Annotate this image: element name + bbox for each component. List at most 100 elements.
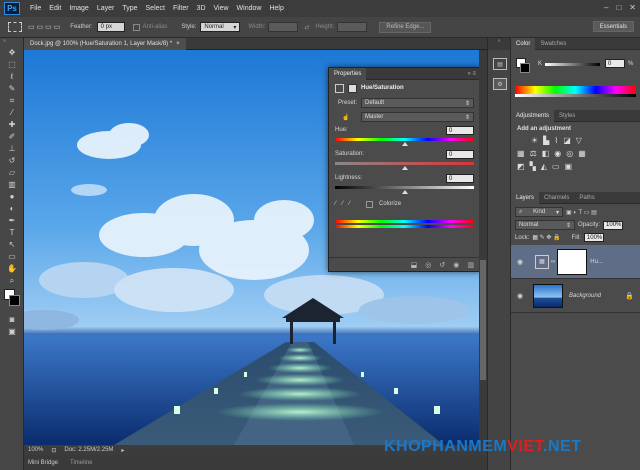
style-select[interactable]: Normal ▾ <box>200 22 241 32</box>
hue-saturation-icon[interactable]: ▦ <box>517 149 525 158</box>
hue-slider-track[interactable] <box>335 138 474 141</box>
saturation-slider-track[interactable] <box>335 162 474 165</box>
chain-icon[interactable]: ∞ <box>551 259 555 265</box>
panel-background-color[interactable] <box>520 63 530 73</box>
height-input[interactable] <box>337 22 368 32</box>
clip-to-layer-icon[interactable]: ⬓ <box>411 261 418 269</box>
quick-mask-icon[interactable]: ◙ <box>4 314 20 325</box>
color-swatches[interactable] <box>0 289 23 311</box>
marquee-tool-icon[interactable]: ⬚ <box>4 59 20 70</box>
eyedropper-plus-icon[interactable]: ⁄ <box>342 201 343 207</box>
close-button[interactable]: ✕ <box>629 3 636 12</box>
hand-tool-icon[interactable]: ✋ <box>4 263 20 274</box>
expand-icon[interactable]: « <box>488 38 510 50</box>
channel-mixer-icon[interactable]: ◎ <box>566 149 573 158</box>
menu-file[interactable]: File <box>30 5 41 12</box>
feather-input[interactable]: 0 px <box>96 22 125 32</box>
background-color[interactable] <box>9 295 20 306</box>
curves-icon[interactable]: ⌇ <box>554 136 558 145</box>
path-selection-tool-icon[interactable]: ↖ <box>4 239 20 250</box>
workspace-select[interactable]: Essentials <box>592 21 634 32</box>
menu-view[interactable]: View <box>214 5 229 12</box>
menu-type[interactable]: Type <box>122 5 137 12</box>
width-input[interactable] <box>268 22 299 32</box>
shape-tool-icon[interactable]: ▭ <box>4 251 20 262</box>
gradient-map-icon[interactable]: ▭ <box>552 162 560 171</box>
adjustment-icon[interactable] <box>335 83 344 93</box>
antialias-checkbox[interactable] <box>132 23 140 31</box>
tab-timeline[interactable]: Timeline <box>70 460 92 466</box>
lightness-slider-thumb[interactable] <box>402 190 408 194</box>
black-white-icon[interactable]: ◧ <box>542 149 550 158</box>
lock-icons[interactable]: ▦ ✎ ✥ 🔒 <box>532 234 560 241</box>
tab-styles[interactable]: Styles <box>554 110 580 122</box>
visibility-icon[interactable]: ◉ <box>453 261 459 269</box>
fill-input[interactable]: 100% <box>583 233 604 242</box>
k-input[interactable]: 0 <box>605 59 625 68</box>
opacity-input[interactable]: 100% <box>603 220 624 230</box>
healing-brush-tool-icon[interactable]: ✚ <box>4 119 20 130</box>
menu-help[interactable]: Help <box>269 5 283 12</box>
tab-channels[interactable]: Channels <box>539 192 574 204</box>
selective-color-icon[interactable]: ▣ <box>564 162 572 171</box>
photo-filter-icon[interactable]: ◉ <box>554 149 561 158</box>
clone-stamp-tool-icon[interactable]: ⊥ <box>4 143 20 154</box>
mask-icon[interactable] <box>348 83 357 93</box>
menu-image[interactable]: Image <box>69 5 88 12</box>
tab-mini-bridge[interactable]: Mini Bridge <box>28 460 58 466</box>
layer-filter-select[interactable]: ⌕ Kind ▾ <box>515 207 563 217</box>
lasso-tool-icon[interactable]: ℓ <box>4 71 20 82</box>
eyedropper-minus-icon[interactable]: ⁄ <box>349 201 350 207</box>
type-tool-icon[interactable]: T <box>4 227 20 238</box>
layer-row-adjustment[interactable]: ◉ ▦ ∞ Hu... <box>511 245 640 279</box>
hue-slider-thumb[interactable] <box>402 142 408 146</box>
dodge-tool-icon[interactable]: ◐ <box>4 203 20 214</box>
preset-select[interactable]: Default ⇕ <box>361 98 474 108</box>
lightness-input[interactable]: 0 <box>446 174 474 183</box>
tab-layers[interactable]: Layers <box>511 191 540 204</box>
layer-name[interactable]: Hu... <box>590 259 603 265</box>
tab-color[interactable]: Color <box>511 37 536 50</box>
marquee-tool-icon[interactable] <box>8 22 22 32</box>
close-tab-icon[interactable]: × <box>176 41 180 47</box>
eye-icon[interactable]: ◉ <box>511 292 529 300</box>
colorize-checkbox[interactable] <box>366 200 374 208</box>
exposure-icon[interactable]: ◪ <box>563 136 571 145</box>
eye-icon[interactable]: ◉ <box>511 258 529 266</box>
status-menu-icon[interactable]: ▸ <box>121 447 124 454</box>
maximize-button[interactable]: □ <box>616 3 621 12</box>
lightness-slider-track[interactable] <box>335 186 474 189</box>
levels-icon[interactable]: ▙ <box>543 136 549 145</box>
vibrance-icon[interactable]: ▽ <box>576 136 582 145</box>
vertical-scroll-thumb[interactable] <box>480 260 486 380</box>
brightness-contrast-icon[interactable]: ☀ <box>531 136 538 145</box>
delete-icon[interactable]: ▥ <box>467 261 474 269</box>
blend-mode-select[interactable]: Normal ⇕ <box>515 220 575 230</box>
eyedropper-icon[interactable]: ⁄ <box>335 201 336 207</box>
export-icon[interactable]: ⊡ <box>51 447 56 454</box>
invert-icon[interactable]: ◩ <box>517 162 525 171</box>
menu-edit[interactable]: Edit <box>49 5 61 12</box>
color-balance-icon[interactable]: ⚖ <box>530 149 537 158</box>
crop-tool-icon[interactable]: ⌗ <box>4 95 20 106</box>
refine-edge-button[interactable]: Refine Edge... <box>379 21 432 33</box>
menu-select[interactable]: Select <box>146 5 165 12</box>
grayscale-ramp[interactable] <box>515 94 636 97</box>
zoom-level[interactable]: 100% <box>28 447 43 453</box>
history-brush-tool-icon[interactable]: ↺ <box>4 155 20 166</box>
eyedropper-tool-icon[interactable]: ⁄ <box>4 107 20 118</box>
saturation-slider-thumb[interactable] <box>402 166 408 170</box>
color-spectrum[interactable] <box>515 86 636 94</box>
tab-properties[interactable]: Properties <box>329 67 367 80</box>
pen-tool-icon[interactable]: ✒ <box>4 215 20 226</box>
layer-name[interactable]: Background <box>569 293 601 299</box>
layer-row-background[interactable]: ◉ Background 🔒 <box>511 279 640 313</box>
history-panel-icon[interactable]: ▤ <box>493 58 507 70</box>
tab-swatches[interactable]: Swatches <box>535 38 571 50</box>
k-slider[interactable] <box>545 63 600 66</box>
blur-tool-icon[interactable]: ● <box>4 191 20 202</box>
menu-window[interactable]: Window <box>237 5 262 12</box>
posterize-icon[interactable]: ▚ <box>530 162 536 171</box>
reset-icon[interactable]: ↺ <box>439 261 445 269</box>
view-previous-icon[interactable]: ◎ <box>425 261 431 269</box>
